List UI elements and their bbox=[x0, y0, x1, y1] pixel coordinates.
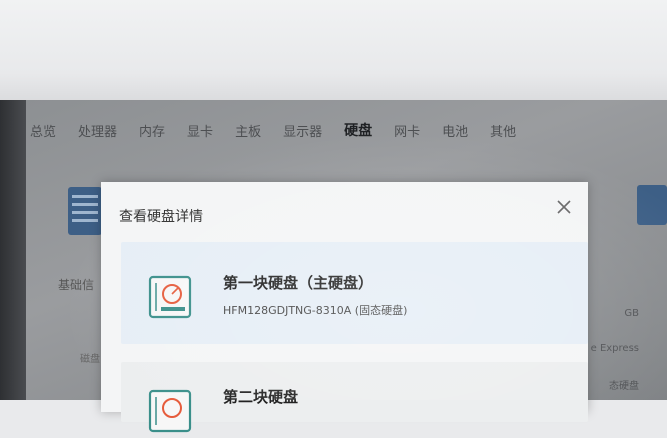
disk-card-2[interactable]: 第二块硬盘 bbox=[121, 362, 588, 433]
top-navigation: 总览 处理器 内存 显卡 主板 显示器 硬盘 网卡 电池 其他 bbox=[30, 120, 590, 140]
background-wall bbox=[0, 0, 667, 105]
close-icon[interactable] bbox=[554, 197, 574, 217]
tab-other[interactable]: 其他 bbox=[490, 121, 516, 140]
disk-card-1[interactable]: 第一块硬盘（主硬盘） HFM128GDJTNG-8310A (固态硬盘) bbox=[121, 242, 588, 344]
harddisk-category-icon bbox=[68, 187, 102, 235]
disk-title: 第一块硬盘（主硬盘） bbox=[223, 274, 374, 292]
interface-value: e Express bbox=[590, 343, 639, 354]
tab-overview[interactable]: 总览 bbox=[30, 121, 56, 140]
tab-network[interactable]: 网卡 bbox=[394, 121, 420, 140]
disk-details-dialog: 查看硬盘详情 第一块硬盘（主硬盘） HFM128GDJTNG-8310A (固态… bbox=[101, 182, 588, 433]
tab-harddisk[interactable]: 硬盘 bbox=[344, 120, 372, 140]
basic-info-tab[interactable]: 基础信 bbox=[58, 276, 94, 293]
dialog-title: 查看硬盘详情 bbox=[119, 209, 203, 225]
side-panel-icon bbox=[637, 185, 667, 225]
harddisk-icon bbox=[147, 388, 193, 434]
harddisk-icon bbox=[147, 274, 193, 320]
tab-display[interactable]: 显示器 bbox=[283, 121, 322, 140]
disk-type-value: 态硬盘 bbox=[609, 381, 639, 392]
monitor-bezel bbox=[0, 100, 26, 400]
disk-model: HFM128GDJTNG-8310A (固态硬盘) bbox=[223, 304, 408, 317]
tab-processor[interactable]: 处理器 bbox=[78, 121, 117, 140]
disk-title: 第二块硬盘 bbox=[223, 388, 299, 406]
tab-battery[interactable]: 电池 bbox=[442, 121, 468, 140]
tab-motherboard[interactable]: 主板 bbox=[235, 121, 261, 140]
tab-memory[interactable]: 内存 bbox=[139, 121, 165, 140]
disk-row-label: 磁盘 bbox=[80, 354, 100, 365]
tab-graphics[interactable]: 显卡 bbox=[187, 121, 213, 140]
capacity-value: GB bbox=[624, 308, 639, 319]
